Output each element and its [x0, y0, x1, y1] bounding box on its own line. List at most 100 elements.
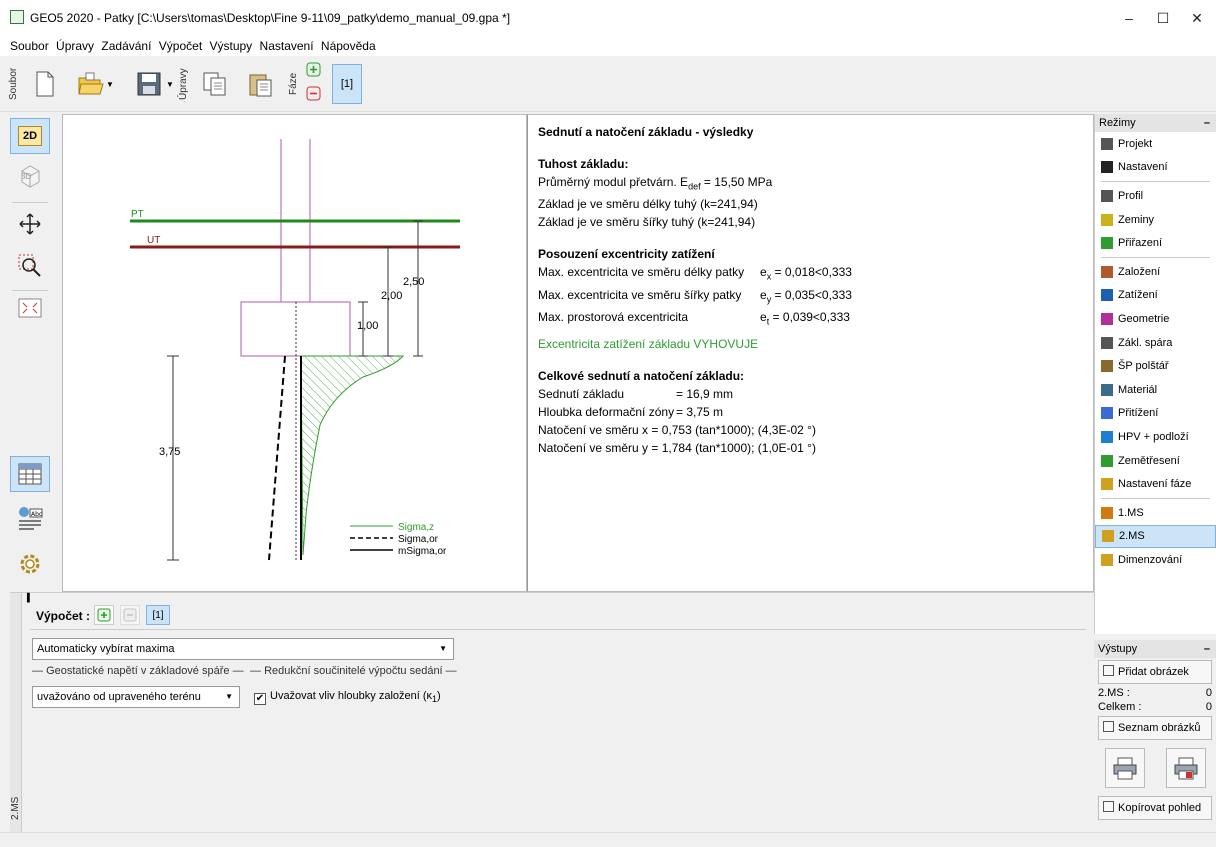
gear-icon — [20, 554, 40, 574]
mode-item-profile[interactable]: Profil — [1095, 184, 1216, 208]
menu-zadavani[interactable]: Zadávání — [99, 36, 153, 56]
settings-button[interactable] — [10, 546, 50, 582]
add-stage-button[interactable] — [306, 62, 322, 81]
depth-influence-checkbox[interactable]: ✔ Uvažovat vliv hloubky založení (κ1) — [254, 690, 441, 705]
mode-item-document[interactable]: Projekt — [1095, 132, 1216, 156]
menu-upravy[interactable]: Úpravy — [54, 36, 96, 56]
remove-stage-button[interactable] — [306, 86, 322, 105]
mode-item-label: Materiál — [1118, 383, 1158, 396]
view-3d-button[interactable]: 3D — [10, 158, 50, 194]
mode-item-stage-settings[interactable]: Nastavení fáze — [1095, 472, 1216, 496]
minus-icon — [306, 86, 321, 101]
mode-item-assign[interactable]: Přiřazení — [1095, 231, 1216, 255]
menu-vystupy[interactable]: Výstupy — [208, 36, 255, 56]
close-button[interactable]: ✕ — [1174, 0, 1216, 36]
open-dropdown-icon[interactable]: ▼ — [106, 80, 114, 89]
save-disk-icon — [137, 72, 161, 96]
drawing-canvas[interactable]: PT UT 2,50 2,00 1,00 3,75 Sigma,z Sigma,… — [62, 114, 527, 592]
stiffness-title: Tuhost základu: — [538, 157, 629, 171]
stage-settings-icon — [1101, 478, 1113, 491]
view-3d-label: 3D — [21, 172, 32, 181]
mode-item-ms1[interactable]: 1.MS — [1095, 501, 1216, 525]
print-pdf-button[interactable] — [1165, 748, 1206, 788]
mode-item-gear[interactable]: Nastavení — [1095, 156, 1216, 180]
mode-item-foundation[interactable]: Založení — [1095, 260, 1216, 284]
mode-item-footing-bottom[interactable]: Zákl. spára — [1095, 331, 1216, 355]
menu-napoveda[interactable]: Nápověda — [319, 36, 378, 56]
mode-item-earthquake[interactable]: Zemětřesení — [1095, 449, 1216, 473]
mode-item-label: Nastavení — [1118, 161, 1168, 174]
view-2d-label: 2D — [18, 126, 42, 146]
mode-item-load[interactable]: Zatížení — [1095, 284, 1216, 308]
new-file-icon — [36, 71, 54, 97]
sigma-z-area — [300, 355, 405, 556]
mode-item-ms2[interactable]: 2.MS — [1095, 524, 1216, 549]
remove-calc-button[interactable] — [120, 605, 140, 625]
modes-separator — [1101, 497, 1210, 499]
add-calc-button[interactable] — [94, 605, 114, 625]
zoom-button[interactable] — [10, 248, 50, 284]
menu-vypocet[interactable]: Výpočet — [157, 36, 204, 56]
printer-pdf-icon — [1174, 757, 1197, 780]
svg-text:Abc: Abc — [31, 511, 42, 518]
minus-icon — [123, 608, 137, 622]
legend-msigma-or: mSigma,or — [398, 546, 447, 557]
mode-item-label: Nastavení fáze — [1118, 478, 1192, 491]
surcharge-icon — [1101, 407, 1113, 420]
zoom-extents-button[interactable] — [10, 290, 50, 326]
open-file-button[interactable] — [76, 66, 106, 102]
status-bar — [0, 832, 1216, 847]
mode-item-label: Projekt — [1118, 137, 1153, 150]
depth-line: Hloubka deformační zóny = 3,75 m — [538, 404, 724, 419]
view-2d-button[interactable]: 2D — [10, 118, 50, 154]
list-pictures-button[interactable]: Seznam obrázků — [1098, 716, 1212, 740]
legend-sigma-z: Sigma,z — [398, 522, 434, 533]
total-count-row: Celkem :0 — [1098, 701, 1212, 713]
stage-1-button[interactable]: [1] — [332, 64, 362, 104]
chevron-down-icon: ▼ — [225, 692, 233, 701]
add-picture-button[interactable]: Přidat obrázek — [1098, 660, 1212, 684]
material-icon — [1101, 383, 1113, 396]
zoom-extents-icon — [18, 298, 42, 318]
paste-button[interactable] — [246, 66, 276, 102]
copy-button[interactable] — [200, 66, 230, 102]
calc-1-button[interactable]: [1] — [146, 605, 170, 625]
geostatic-select[interactable]: uvažováno od upraveného terénu ▼ — [32, 686, 240, 708]
menu-nastaveni[interactable]: Nastavení — [258, 36, 316, 56]
max-select[interactable]: Automaticky vybírat maxima ▼ — [32, 638, 454, 660]
mode-item-cushion[interactable]: ŠP polštář — [1095, 354, 1216, 378]
menu-soubor[interactable]: Soubor — [8, 36, 51, 56]
checkbox-check-icon: ✔ — [254, 693, 266, 705]
panel-pin-icon[interactable]: ▐ — [24, 593, 30, 602]
mode-item-dimensioning[interactable]: Dimenzování — [1095, 548, 1216, 572]
dim-375: 3,75 — [159, 446, 180, 458]
settlement-line: Sednutí základu = 16,9 mm — [538, 386, 734, 401]
save-file-button[interactable] — [134, 66, 164, 102]
new-file-button[interactable] — [30, 66, 60, 102]
mode-item-surcharge[interactable]: Přitížení — [1095, 402, 1216, 426]
toolbar-group-faze: Fáze — [288, 72, 299, 96]
move-arrows-icon — [19, 213, 41, 235]
outputs-header: Výstupy – — [1094, 640, 1216, 658]
copy-view-button[interactable]: Kopírovat pohled — [1098, 796, 1212, 820]
save-dropdown-icon[interactable]: ▼ — [166, 80, 174, 89]
mode-item-label: HPV + podloží — [1118, 430, 1189, 443]
load-icon — [1101, 289, 1113, 302]
mode-item-label: Zeminy — [1118, 213, 1155, 226]
add-picture-icon — [1103, 665, 1114, 676]
footing-bottom-icon — [1101, 336, 1113, 349]
table-view-button[interactable] — [10, 456, 50, 492]
geo-group-label: — Geostatické napětí v základové spáře — — [32, 665, 244, 677]
mode-item-geometry[interactable]: Geometrie — [1095, 307, 1216, 331]
zoom-magnifier-icon — [18, 254, 41, 277]
text-output-button[interactable]: Abc — [10, 500, 50, 536]
ecc-y-line: Max. excentricita ve směru šířky patky ey… — [538, 287, 852, 305]
toolbar-group-upravy: Úpravy — [178, 68, 189, 100]
pan-button[interactable] — [10, 206, 50, 242]
chevron-down-icon: ▼ — [439, 644, 447, 653]
mode-item-soil[interactable]: Zeminy — [1095, 208, 1216, 232]
mode-item-water-table[interactable]: HPV + podloží — [1095, 425, 1216, 449]
mode-item-material[interactable]: Materiál — [1095, 378, 1216, 402]
print-button[interactable] — [1104, 748, 1145, 788]
stiff-length-line: Základ je ve směru délky tuhý (k=241,94) — [538, 197, 758, 212]
